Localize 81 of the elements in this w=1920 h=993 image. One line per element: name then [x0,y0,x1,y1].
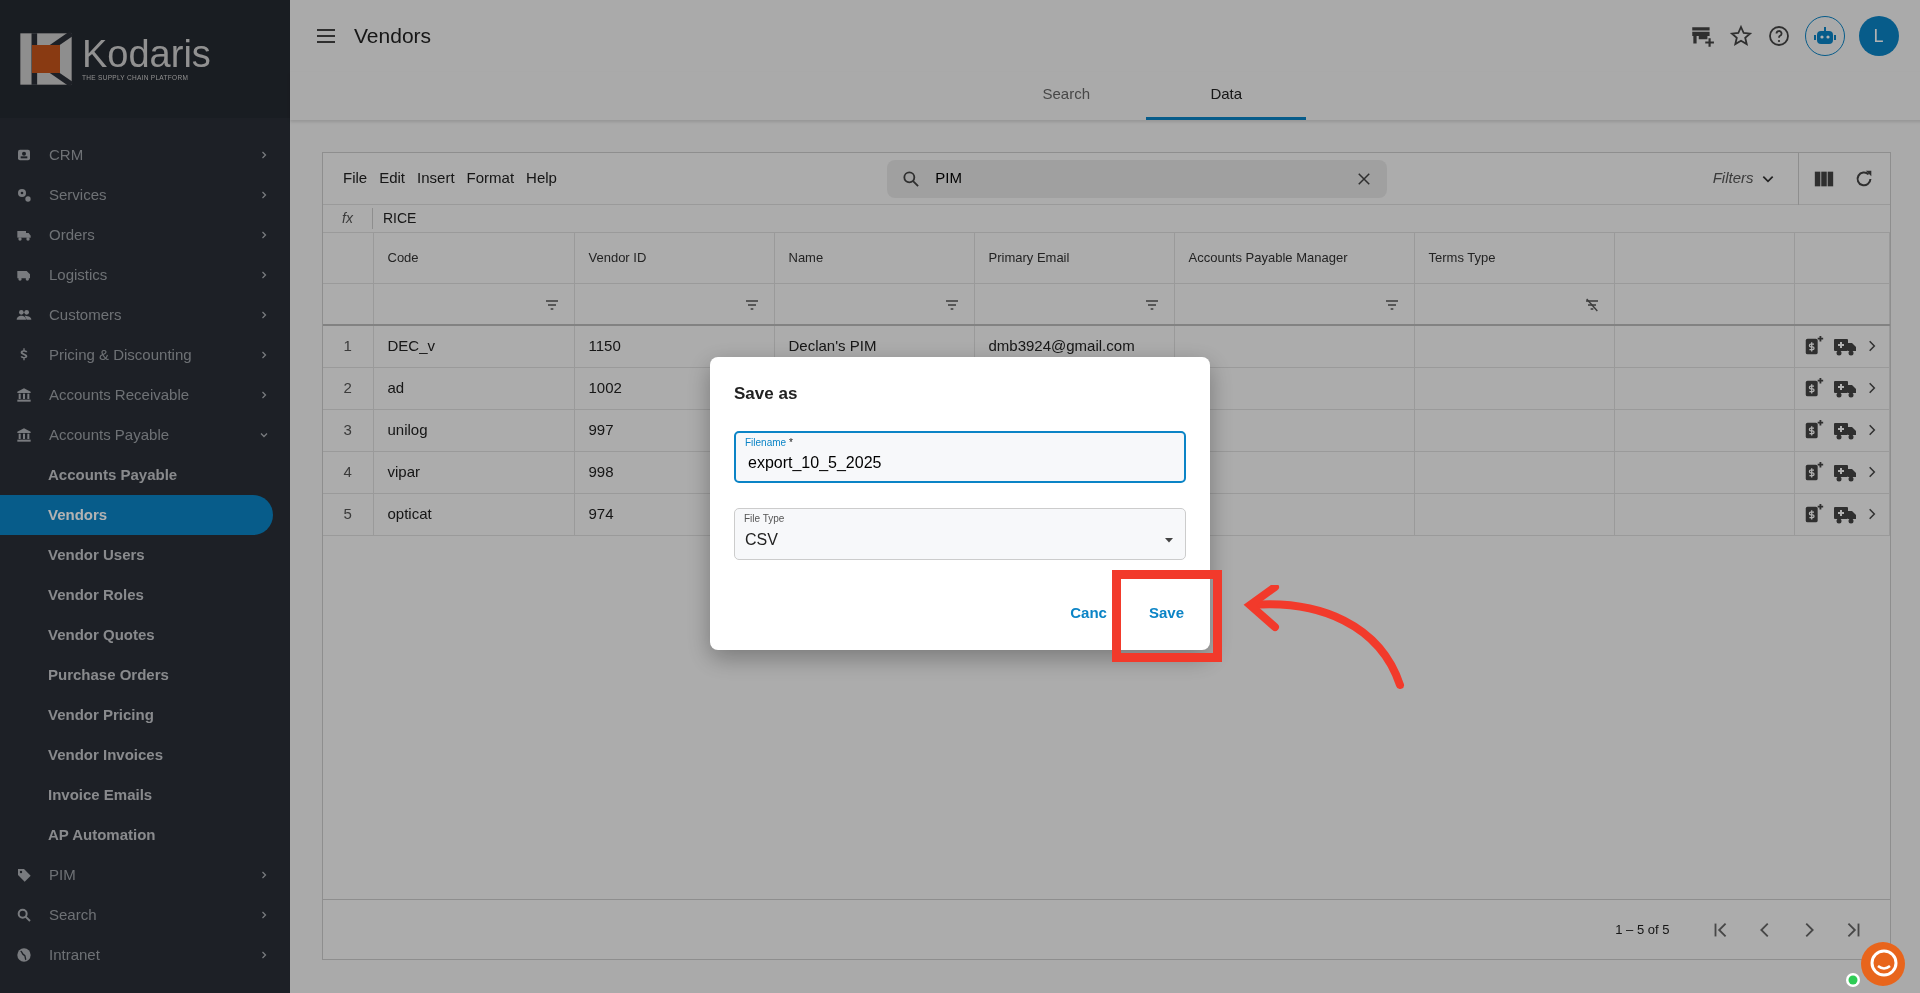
filter-off-icon[interactable] [1583,296,1600,313]
sidebar-subitem[interactable]: Invoice Emails [0,775,273,815]
people-icon [16,307,32,323]
page-title: Vendors [354,23,432,50]
column-header[interactable]: Code [373,233,574,283]
sidebar-item[interactable]: Accounts Payable [0,415,290,455]
table-cell: ad [387,378,405,396]
table-cell: DEC_v [387,337,435,354]
sidebar-subitem[interactable]: Vendor Invoices [0,735,273,775]
sidebar-item[interactable]: Intranet [0,935,290,975]
row-number: 5 [323,493,373,535]
column-header[interactable]: Terms Type [1414,233,1614,283]
sidebar-item[interactable]: Orders [0,215,290,255]
filters-button[interactable]: Filters [1711,166,1777,191]
row-number: 1 [323,325,373,367]
sidebar-item[interactable]: Logistics [0,255,290,295]
column-header[interactable]: Name [774,233,974,283]
formula-label: fx [323,208,373,229]
sidebar-subitem[interactable]: Purchase Orders [0,655,273,695]
search-icon [16,907,32,923]
sidebar-item[interactable]: Accounts Receivable [0,375,290,415]
logo-text: Kodaris [82,35,211,74]
pagination-range: 1 – 5 of 5 [1615,920,1670,939]
sidebar-item[interactable]: PIM [0,855,290,895]
column-header[interactable]: Primary Email [974,233,1174,283]
row-number: 2 [323,367,373,409]
sidebar-subitem[interactable]: AP Automation [0,815,273,855]
menu-item[interactable]: Format [460,167,521,190]
sidebar-item[interactable]: Pricing & Discounting [0,335,290,375]
sidebar-item[interactable]: Customers [0,295,290,335]
sidebar-item[interactable]: Services [0,175,290,215]
sidebar-subitem[interactable]: Vendors [0,495,273,535]
tag-icon [16,867,32,883]
tab[interactable]: Search [986,72,1147,120]
bank-icon [16,427,32,443]
logo-icon [18,31,74,87]
column-header[interactable]: Vendor ID [574,233,774,283]
table-cell: 1002 [588,378,622,396]
dialog-title: Save as [734,383,799,405]
row-number: 4 [323,451,373,493]
input-field[interactable]: export_10_5_2025 [746,449,1174,476]
field-label: Filename * [745,435,793,450]
table-cell: 998 [588,462,614,480]
search-field[interactable]: PIM [887,159,1388,198]
bank-icon [16,387,32,403]
text-field[interactable]: Filename * export_10_5_2025 [734,430,1186,483]
table-cell: 1150 [588,337,621,354]
help-icon[interactable] [1766,24,1791,48]
table-cell: dmb3924@gmail.com [988,337,1135,354]
cancel-button[interactable]: Canc [1070,601,1107,624]
column-header[interactable]: Accounts Payable Manager [1174,233,1414,283]
chat-widget-icon[interactable] [1846,942,1905,987]
sidebar-subitem[interactable]: Accounts Payable [0,455,273,495]
table-cell: unilog [387,420,428,438]
star-icon[interactable] [1728,24,1753,48]
sidebar-item[interactable]: Search [0,895,290,935]
table-cell: Declan's PIM [788,337,877,354]
save-button[interactable]: Save [1148,601,1184,624]
user-avatar[interactable]: L [1858,16,1899,56]
sidebar-subitem[interactable]: Vendor Quotes [0,615,273,655]
person-card-icon [16,147,32,163]
sidebar-subitem[interactable]: Vendor Users [0,535,273,575]
table-cell: 997 [588,420,614,438]
sidebar-subitem[interactable]: Vendor Roles [0,575,273,615]
sidebar-subitem[interactable]: Vendor Pricing [0,695,273,735]
table-cell: 974 [588,504,614,522]
search-icon [901,168,922,189]
menu-item[interactable]: Help [520,167,563,190]
table-cell: opticat [387,504,432,522]
search-input[interactable]: PIM [933,166,1344,191]
menu-item[interactable]: Insert [411,167,461,190]
tab[interactable]: Data [1146,72,1307,120]
globe-icon [16,947,32,963]
menu-item[interactable]: File [337,167,374,190]
gears-icon [16,187,32,203]
menu-item[interactable]: Edit [373,167,412,190]
select-field[interactable]: File Type CSV [734,507,1186,560]
sidebar-item[interactable]: CRM [0,135,290,175]
table-cell: vipar [387,462,420,480]
row-number: 3 [323,409,373,451]
formula-value: RICE [382,209,417,228]
